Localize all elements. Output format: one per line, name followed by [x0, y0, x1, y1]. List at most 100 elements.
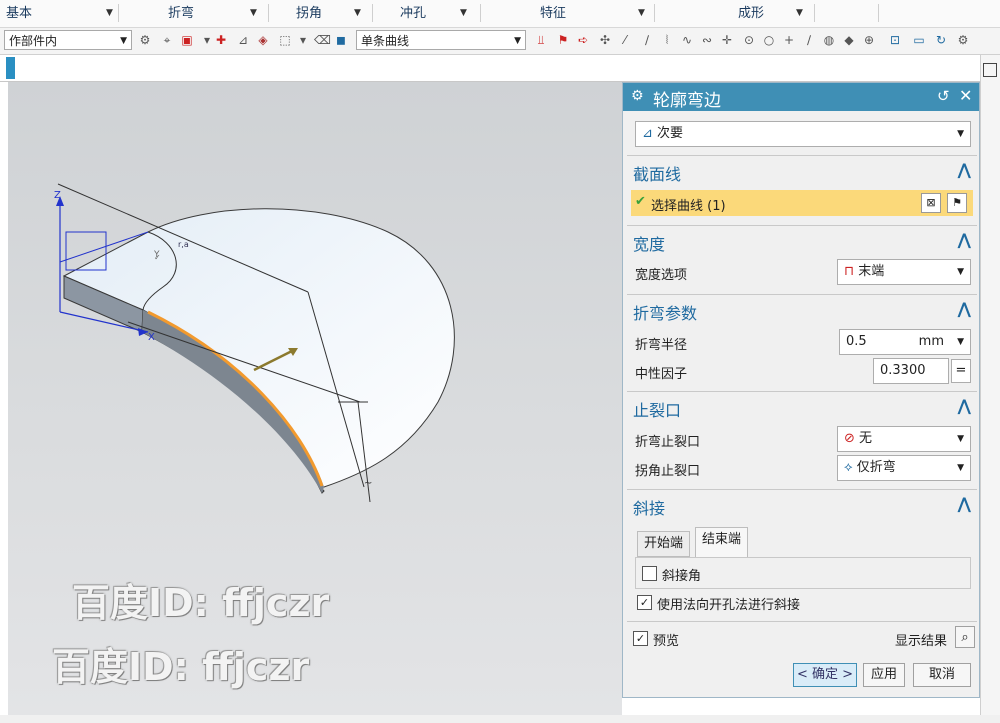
stop-at-intersection-icon[interactable]: ⚑	[556, 33, 570, 47]
window-icon[interactable]	[983, 63, 997, 77]
type-dropdown[interactable]: ⊿ 次要 ▼	[635, 121, 971, 147]
chevron-up-icon[interactable]: ⋀	[958, 494, 971, 513]
magnifier-icon[interactable]: ⌕	[955, 626, 975, 648]
footer-divider	[627, 621, 977, 622]
face-point-icon[interactable]: ◍	[822, 33, 836, 47]
follow-fillet-icon[interactable]: ➪	[576, 33, 590, 47]
rectangle-select-icon[interactable]: ⬚	[278, 33, 292, 47]
ribbon-divider	[654, 4, 655, 22]
miter-angle-checkbox[interactable]	[642, 566, 657, 581]
ribbon-group-form[interactable]: 成形 ▼	[738, 0, 803, 27]
chevron-up-icon[interactable]: ⋀	[958, 230, 971, 249]
select-feature-icon[interactable]: ✚	[214, 33, 228, 47]
cube-icon[interactable]: ◼	[334, 33, 348, 47]
chevron-down-icon: ▼	[638, 8, 645, 18]
bend-radius-input[interactable]: 0.5 mm ▼	[839, 329, 971, 355]
resource-bar-handle[interactable]	[6, 57, 15, 79]
corner-relief-dropdown[interactable]: ⟡ 仅折弯 ▼	[837, 455, 971, 481]
section-title: 斜接	[633, 499, 666, 518]
section-header-bend-params[interactable]: 折弯参数 ⋀	[627, 294, 977, 325]
close-icon[interactable]: ✕	[959, 86, 972, 105]
ribbon-group-punch[interactable]: 冲孔 ▼	[400, 0, 467, 27]
midpoint-icon[interactable]: ∕	[640, 33, 654, 47]
type-filter-dropdown[interactable]: 作部件内 ▼	[4, 30, 132, 50]
select-body-icon[interactable]: ◈	[256, 33, 270, 47]
chevron-down-icon: ▼	[957, 129, 964, 139]
section-title: 截面线	[633, 165, 682, 184]
ok-button[interactable]: < 确定 >	[793, 663, 857, 687]
bend-only-icon: ⟡	[844, 460, 853, 475]
use-normal-checkbox[interactable]: ✓	[637, 595, 652, 610]
chevron-down-icon[interactable]: ▾	[200, 33, 214, 47]
use-normal-label: 使用法向开孔法进行斜接	[657, 598, 801, 613]
control-point-icon[interactable]: ⦚	[660, 33, 674, 47]
ribbon-group-bend[interactable]: 折弯 ▼	[168, 0, 257, 27]
settings-icon[interactable]: ⚙	[956, 33, 970, 47]
plus-icon[interactable]: +	[782, 33, 796, 47]
bend-relief-dropdown[interactable]: ⊘ 无 ▼	[837, 426, 971, 452]
tab-end-end[interactable]: 结束端	[695, 527, 749, 557]
refresh-icon[interactable]: ↻	[934, 33, 948, 47]
ribbon-divider	[480, 4, 481, 22]
chevron-down-icon[interactable]: ▼	[957, 330, 964, 354]
intersect-icon[interactable]: ⫫	[534, 33, 548, 47]
neutral-factor-value: 0.3300	[880, 363, 926, 378]
screenshot-icon[interactable]: ⊡	[888, 33, 902, 47]
neutral-factor-input[interactable]: 0.3300	[873, 358, 949, 384]
window-icon[interactable]: ▭	[912, 33, 926, 47]
ribbon-group-basic[interactable]: 基本 ▼	[6, 0, 113, 27]
apply-button[interactable]: 应用	[863, 663, 905, 687]
chevron-down-icon: ▼	[106, 8, 113, 18]
intersection-point-icon[interactable]: ∿	[680, 33, 694, 47]
ribbon-group-corner[interactable]: 拐角 ▼	[296, 0, 361, 27]
bend-relief-value: 无	[859, 431, 873, 446]
circle-point-icon[interactable]: ⊙	[742, 33, 756, 47]
view-icon[interactable]: ◆	[842, 33, 856, 47]
section-header-curve[interactable]: 截面线 ⋀	[627, 155, 977, 186]
chevron-down-icon: ▼	[120, 36, 127, 46]
select-curve-row[interactable]: ✔ 选择曲线 (1) ⊠ ⚑	[631, 190, 973, 216]
curve-select-icon[interactable]: ⚑	[947, 193, 967, 213]
snap-grid-icon[interactable]: ▣	[180, 33, 194, 47]
existing-point-icon[interactable]: ○	[762, 33, 776, 47]
cancel-button[interactable]: 取消	[913, 663, 971, 687]
chevron-down-icon[interactable]: ▾	[296, 33, 310, 47]
section-header-width[interactable]: 宽度 ⋀	[627, 225, 977, 256]
bounded-icon[interactable]: ⊕	[862, 33, 876, 47]
tab-start-end[interactable]: 开始端	[637, 531, 691, 557]
ribbon-group-feature[interactable]: 特征 ▼	[540, 0, 645, 27]
app-window: 基本 ▼ 折弯 ▼ 拐角 ▼ 冲孔 ▼ 特征 ▼ 成形 ▼ 作部件内 ▼ ⚙ ⌖…	[0, 0, 1000, 723]
eraser-icon[interactable]: ⌫	[314, 33, 331, 47]
show-result-label: 显示结果	[895, 634, 948, 649]
line-icon[interactable]: ∕	[802, 33, 816, 47]
reset-icon[interactable]: ↺	[937, 87, 950, 105]
chevron-up-icon[interactable]: ⋀	[958, 396, 971, 415]
section-header-miter[interactable]: 斜接 ⋀	[627, 489, 977, 520]
section-title: 折弯参数	[633, 304, 698, 323]
chevron-up-icon[interactable]: ⋀	[958, 160, 971, 179]
endpoint-icon[interactable]: ⁄	[618, 33, 632, 47]
curve-rule-dropdown[interactable]: 单条曲线 ▼	[356, 30, 526, 50]
sketch-section-icon[interactable]: ⊠	[921, 193, 941, 213]
select-face-icon[interactable]: ⊿	[236, 33, 250, 47]
neutral-factor-label: 中性因子	[635, 367, 688, 382]
dialog-title-bar[interactable]: ⚙ 轮廓弯边 ↺ ✕	[623, 83, 979, 111]
ribbon-bar: 基本 ▼ 折弯 ▼ 拐角 ▼ 冲孔 ▼ 特征 ▼ 成形 ▼	[0, 0, 1000, 28]
graphics-viewport[interactable]: r,a ✓ ~ Z Y X 百度ID: ffjczr 百度ID: ffjczr	[8, 82, 622, 715]
axis-y-label: Y	[154, 250, 160, 260]
quadrant-icon[interactable]: ✛	[720, 33, 734, 47]
filter-icon[interactable]: ⚙	[138, 33, 152, 47]
point-snap-icon[interactable]: ✣	[598, 33, 612, 47]
width-option-dropdown[interactable]: ⊓ 末端 ▼	[837, 259, 971, 285]
arc-center-icon[interactable]: ∾	[700, 33, 714, 47]
gear-icon[interactable]: ⚙	[631, 88, 644, 104]
formula-button[interactable]: =	[951, 359, 971, 383]
chevron-up-icon[interactable]: ⋀	[958, 299, 971, 318]
dialog-title: 轮廓弯边	[653, 91, 721, 111]
selection-toolbar: 作部件内 ▼ ⚙ ⌖ ▣ ▾ ✚ ⊿ ◈ ⬚ ▾ ⌫ ◼ 单条曲线 ▼ ⫫ ⚑ …	[0, 28, 1000, 55]
resource-sidebar[interactable]	[980, 55, 1000, 723]
section-header-relief[interactable]: 止裂口 ⋀	[627, 391, 977, 422]
select-icon[interactable]: ⌖	[160, 33, 174, 47]
preview-checkbox[interactable]: ✓	[633, 631, 648, 646]
bend-relief-label: 折弯止裂口	[635, 435, 701, 450]
